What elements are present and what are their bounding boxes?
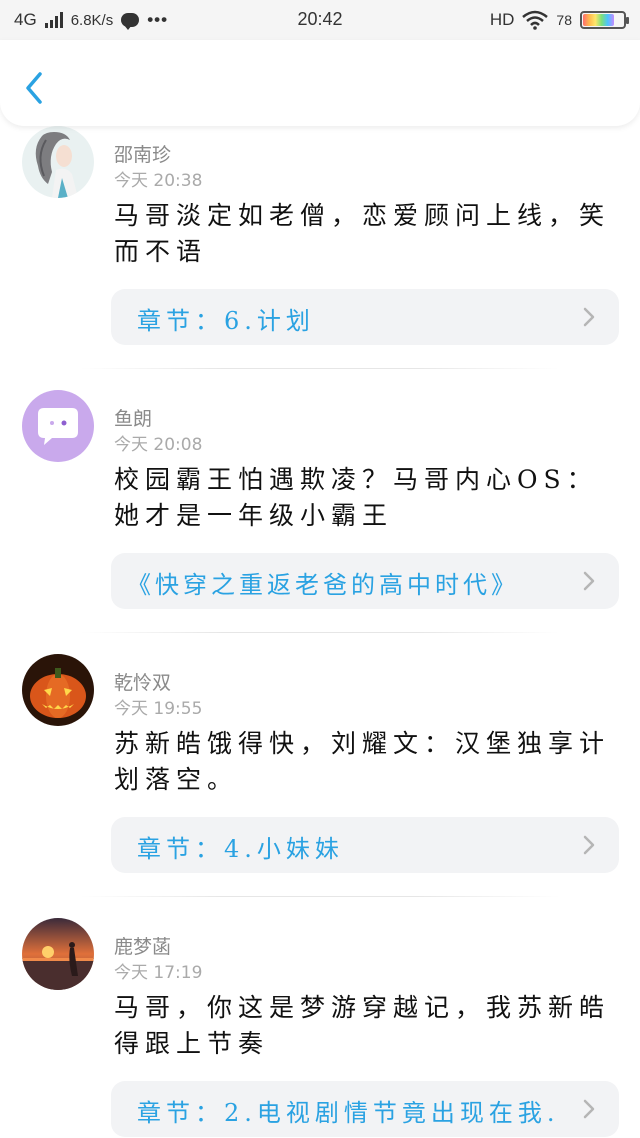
battery-percent: 78: [556, 12, 572, 28]
avatar-pumpkin-icon: [22, 654, 94, 726]
username: 鹿梦菡: [114, 936, 172, 958]
chapter-link-label: 章节：4.小妹妹: [137, 835, 344, 863]
wifi-icon: [522, 10, 549, 30]
comment-time: 今天 17:19: [114, 963, 203, 983]
chapter-link[interactable]: 章节：2.电视剧情节竟出现在我...: [111, 1081, 619, 1137]
avatar-girl-gray-hair-icon: [22, 126, 94, 198]
comment-text: 马哥淡定如老僧，恋爱顾问上线，笑而不语: [114, 201, 611, 266]
username: 乾怜双: [114, 672, 172, 694]
back-button[interactable]: [18, 68, 52, 108]
chevron-right-icon: [583, 307, 595, 327]
avatar-purple-chat-icon: [22, 390, 94, 462]
comment-text: 苏新皓饿得快，刘耀文：汉堡独享计划落空。: [114, 729, 611, 794]
chevron-left-icon: [26, 72, 42, 104]
comment-time: 今天 20:08: [114, 435, 203, 455]
chapter-link-label: 章节：6.计划: [137, 307, 315, 335]
chapter-link[interactable]: 章节：4.小妹妹: [111, 817, 619, 873]
username: 邵南珍: [114, 144, 172, 166]
chevron-right-icon: [583, 571, 595, 591]
username: 鱼朗: [114, 408, 153, 430]
avatar-sunset-icon: [22, 918, 94, 990]
user-avatar[interactable]: [22, 390, 94, 462]
chevron-right-icon: [583, 1099, 595, 1119]
divider: [80, 896, 560, 897]
comment-time: 今天 19:55: [114, 699, 203, 719]
user-avatar[interactable]: [22, 918, 94, 990]
chapter-link[interactable]: 《快穿之重返老爸的高中时代》: [111, 553, 619, 609]
chapter-link-label: 《快穿之重返老爸的高中时代》: [127, 571, 519, 599]
divider: [80, 632, 560, 633]
nav-bar: [0, 40, 640, 126]
user-avatar[interactable]: [22, 654, 94, 726]
battery-icon: [580, 11, 629, 29]
divider: [80, 368, 560, 369]
comment-text: 马哥，你这是梦游穿越记，我苏新皓得跟上节奏: [114, 993, 611, 1058]
chevron-right-icon: [583, 835, 595, 855]
status-bar: 4G 6.8K/s ••• 20:42 HD 78: [0, 0, 640, 40]
comment-text: 校园霸王怕遇欺凌？马哥内心OS：她才是一年级小霸王: [114, 465, 598, 530]
chapter-link-label: 章节：2.电视剧情节竟出现在我...: [137, 1099, 559, 1127]
comment-time: 今天 20:38: [114, 171, 203, 191]
user-avatar[interactable]: [22, 126, 94, 198]
hd-indicator: HD: [489, 10, 515, 29]
status-right: HD 78: [489, 10, 629, 30]
chapter-link[interactable]: 章节：6.计划: [111, 289, 619, 345]
